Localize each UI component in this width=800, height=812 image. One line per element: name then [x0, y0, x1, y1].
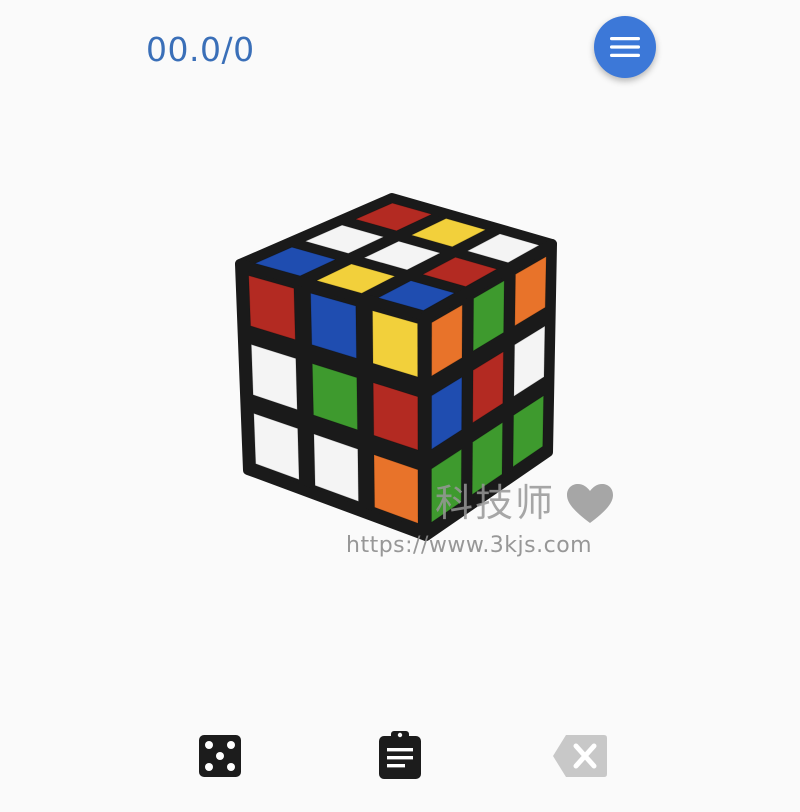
rubiks-cube[interactable] [0, 0, 800, 812]
clipboard-icon [379, 731, 421, 779]
scramble-button[interactable] [198, 734, 242, 778]
watermark-title: 科技师 [435, 481, 556, 525]
solution-button[interactable] [378, 730, 422, 780]
backspace-icon [553, 735, 607, 777]
heart-icon [567, 484, 613, 523]
watermark-url: https://www.3kjs.com [346, 533, 593, 558]
watermark: 科技师 https://www.3kjs.com [340, 480, 630, 565]
dice-icon [199, 735, 241, 777]
clear-button[interactable] [552, 734, 608, 778]
